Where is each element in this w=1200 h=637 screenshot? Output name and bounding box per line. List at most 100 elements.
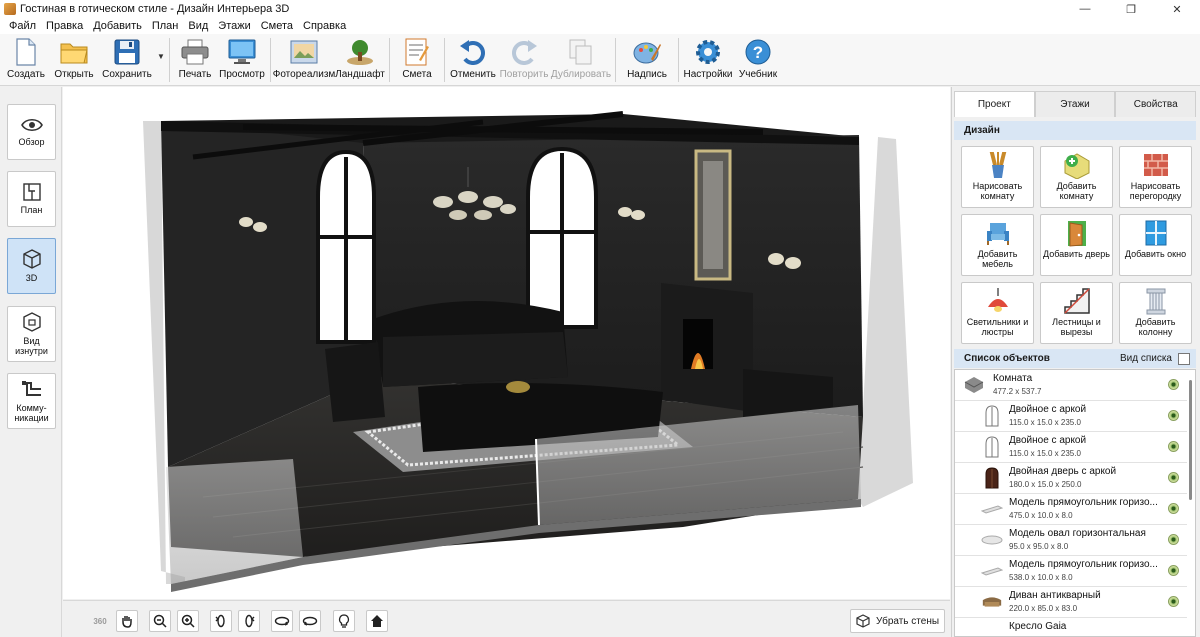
menu-help[interactable]: Справка [298, 20, 351, 32]
visibility-eye-icon[interactable] [1168, 379, 1179, 390]
list-item[interactable]: Двойное с аркой 115.0 x 15.0 x 235.0 [955, 432, 1187, 463]
rotate-360-icon: 360 [93, 616, 107, 626]
brick-wall-icon [1141, 151, 1171, 179]
3d-viewport[interactable] [63, 87, 950, 599]
rotate-right-button[interactable] [238, 610, 260, 632]
view-plan-button[interactable]: План [7, 171, 56, 227]
zoom-out-button[interactable] [149, 610, 171, 632]
tilt-up-icon [274, 616, 290, 626]
view-overview-button[interactable]: Обзор [7, 104, 56, 160]
tab-properties[interactable]: Свойства [1115, 91, 1197, 117]
menu-file[interactable]: Файл [4, 20, 41, 32]
list-item[interactable]: Комната 477.2 x 537.7 [955, 370, 1187, 401]
window-controls: — ❐ ✕ [1062, 0, 1200, 18]
menu-estimate[interactable]: Смета [256, 20, 298, 32]
toolbar-separator [678, 38, 679, 82]
estimate-button[interactable]: Смета [393, 34, 441, 84]
molding-rect-icon [981, 498, 1003, 520]
visibility-eye-icon[interactable] [1168, 410, 1179, 421]
menu-view[interactable]: Вид [183, 20, 213, 32]
room-3d-render [143, 111, 913, 592]
window-title: Гостиная в готическом стиле - Дизайн Инт… [20, 3, 290, 15]
list-view-icon[interactable] [1178, 352, 1190, 365]
add-column-button[interactable]: Добавить колонну [1119, 282, 1192, 344]
undo-button[interactable]: Отменить [448, 34, 498, 84]
plan-icon [22, 183, 41, 201]
objects-scrollbar[interactable] [1187, 372, 1194, 636]
add-door-button[interactable]: Добавить дверь [1040, 214, 1113, 276]
photorealism-button[interactable]: Фотореализм [273, 34, 335, 84]
tree-icon [345, 37, 375, 67]
menu-plan[interactable]: План [147, 20, 184, 32]
toolbar-separator [270, 38, 271, 82]
list-item[interactable]: Кресло Gaia [955, 618, 1187, 636]
pan-button[interactable] [116, 610, 138, 632]
list-item[interactable]: Двойное с аркой 115.0 x 15.0 x 235.0 [955, 401, 1187, 432]
navigation-bar: 360 Убрать стены [63, 600, 950, 637]
stairs-button[interactable]: Лестницы и вырезы [1040, 282, 1113, 344]
menu-edit[interactable]: Правка [41, 20, 88, 32]
list-item[interactable]: Модель прямоугольник горизо... 475.0 x 1… [955, 494, 1187, 525]
view-3d-button[interactable]: 3D [7, 238, 56, 294]
hand-icon [122, 616, 132, 628]
menu-floors[interactable]: Этажи [213, 20, 255, 32]
palette-icon [632, 37, 662, 67]
remove-walls-button[interactable]: Убрать стены [850, 609, 945, 633]
add-window-button[interactable]: Добавить окно [1119, 214, 1192, 276]
caption-button[interactable]: Надпись [619, 34, 675, 84]
toolbar-separator [389, 38, 390, 82]
tilt-down-icon [302, 616, 318, 626]
lights-button[interactable]: Светильники и люстры [961, 282, 1034, 344]
save-dropdown-arrow[interactable]: ▼ [156, 34, 166, 84]
objects-section-header: Список объектов Вид списка [954, 349, 1196, 368]
tutorial-button[interactable]: ? Учебник [734, 34, 782, 84]
visibility-eye-icon[interactable] [1168, 565, 1179, 576]
maximize-button[interactable]: ❐ [1108, 0, 1154, 18]
rotate-left-button[interactable] [210, 610, 232, 632]
redo-arrow-icon [509, 37, 539, 67]
list-view-toggle[interactable]: Вид списка [1120, 353, 1172, 364]
settings-button[interactable]: Настройки [682, 34, 734, 84]
arched-window-icon [981, 436, 1003, 458]
gear-icon [693, 37, 723, 67]
tab-floors[interactable]: Этажи [1034, 91, 1116, 117]
view-communications-button[interactable]: Комму-никации [7, 373, 56, 429]
list-item[interactable]: Модель прямоугольник горизо... 538.0 x 1… [955, 556, 1187, 587]
home-view-button[interactable] [366, 610, 388, 632]
save-button[interactable]: Сохранить [98, 34, 156, 84]
preview-button[interactable]: Просмотр [217, 34, 267, 84]
minimize-button[interactable]: — [1062, 0, 1108, 18]
create-button[interactable]: Создать [2, 34, 50, 84]
landscape-button[interactable]: Ландшафт [334, 34, 386, 84]
list-item[interactable]: Диван антикварный 220.0 x 85.0 x 83.0 [955, 587, 1187, 618]
draw-room-button[interactable]: Нарисовать комнату [961, 146, 1034, 208]
tilt-down-button[interactable] [299, 610, 321, 632]
view-inside-button[interactable]: Вид изнутри [7, 306, 56, 362]
tilt-up-button[interactable] [271, 610, 293, 632]
tab-project[interactable]: Проект [954, 91, 1035, 117]
open-button[interactable]: Открыть [50, 34, 98, 84]
rotate-360-button[interactable]: 360 [89, 610, 111, 632]
column-icon [1141, 287, 1171, 315]
toolbar-separator [444, 38, 445, 82]
visibility-eye-icon[interactable] [1168, 534, 1179, 545]
visibility-eye-icon[interactable] [1168, 472, 1179, 483]
visibility-eye-icon[interactable] [1168, 596, 1179, 607]
print-button[interactable]: Печать [173, 34, 217, 84]
menu-add[interactable]: Добавить [88, 20, 147, 32]
scrollbar-thumb[interactable] [1189, 380, 1192, 500]
close-button[interactable]: ✕ [1154, 0, 1200, 18]
list-item[interactable]: Модель овал горизонтальная 95.0 x 95.0 x… [955, 525, 1187, 556]
redo-button[interactable]: Повторить [498, 34, 550, 84]
lighting-button[interactable] [333, 610, 355, 632]
photo-frame-icon [289, 37, 319, 67]
duplicate-button[interactable]: Дублировать [550, 34, 612, 84]
visibility-eye-icon[interactable] [1168, 503, 1179, 514]
home-icon [371, 615, 383, 627]
visibility-eye-icon[interactable] [1168, 441, 1179, 452]
draw-partition-button[interactable]: Нарисовать перегородку [1119, 146, 1192, 208]
add-room-button[interactable]: Добавить комнату [1040, 146, 1113, 208]
add-furniture-button[interactable]: Добавить мебель [961, 214, 1034, 276]
zoom-in-button[interactable] [177, 610, 199, 632]
list-item[interactable]: Двойная дверь с аркой 180.0 x 15.0 x 250… [955, 463, 1187, 494]
